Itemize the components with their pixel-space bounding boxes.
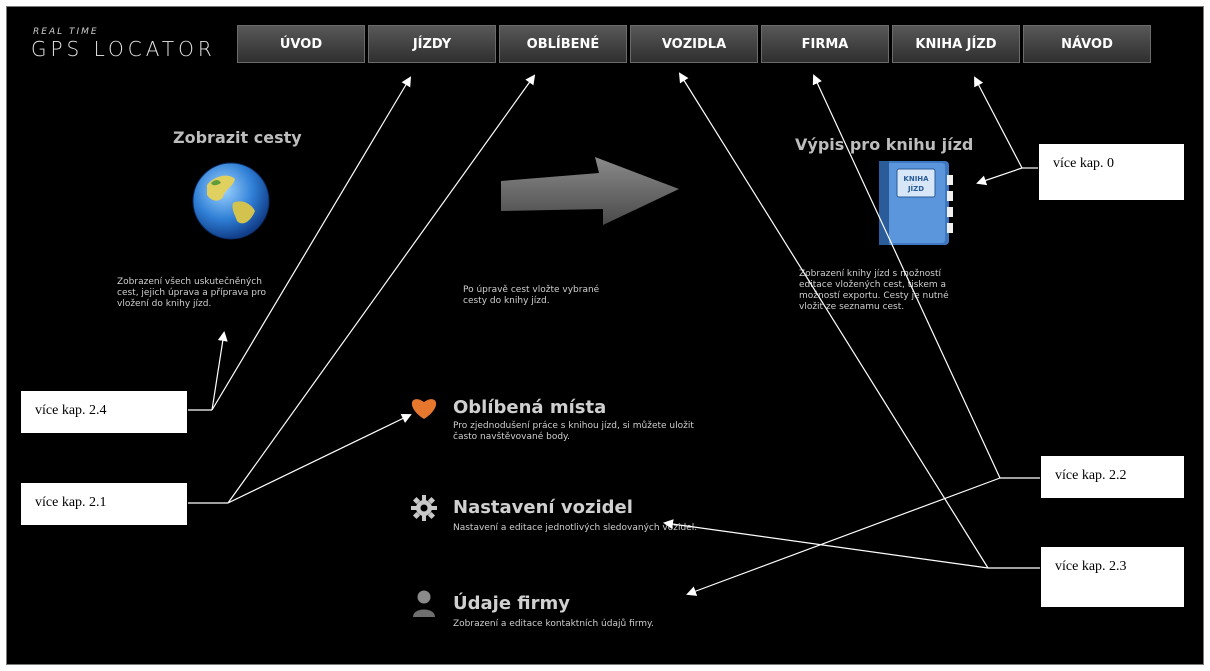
callout-kap-0: více kap. 0 [1038, 143, 1185, 201]
annotation-lines [188, 72, 1040, 596]
callout-kap-2-3: více kap. 2.3 [1040, 546, 1185, 608]
callout-kap-2-2: více kap. 2.2 [1040, 455, 1185, 499]
callout-kap-2-4: více kap. 2.4 [20, 390, 188, 434]
callout-kap-2-1: více kap. 2.1 [20, 482, 188, 526]
